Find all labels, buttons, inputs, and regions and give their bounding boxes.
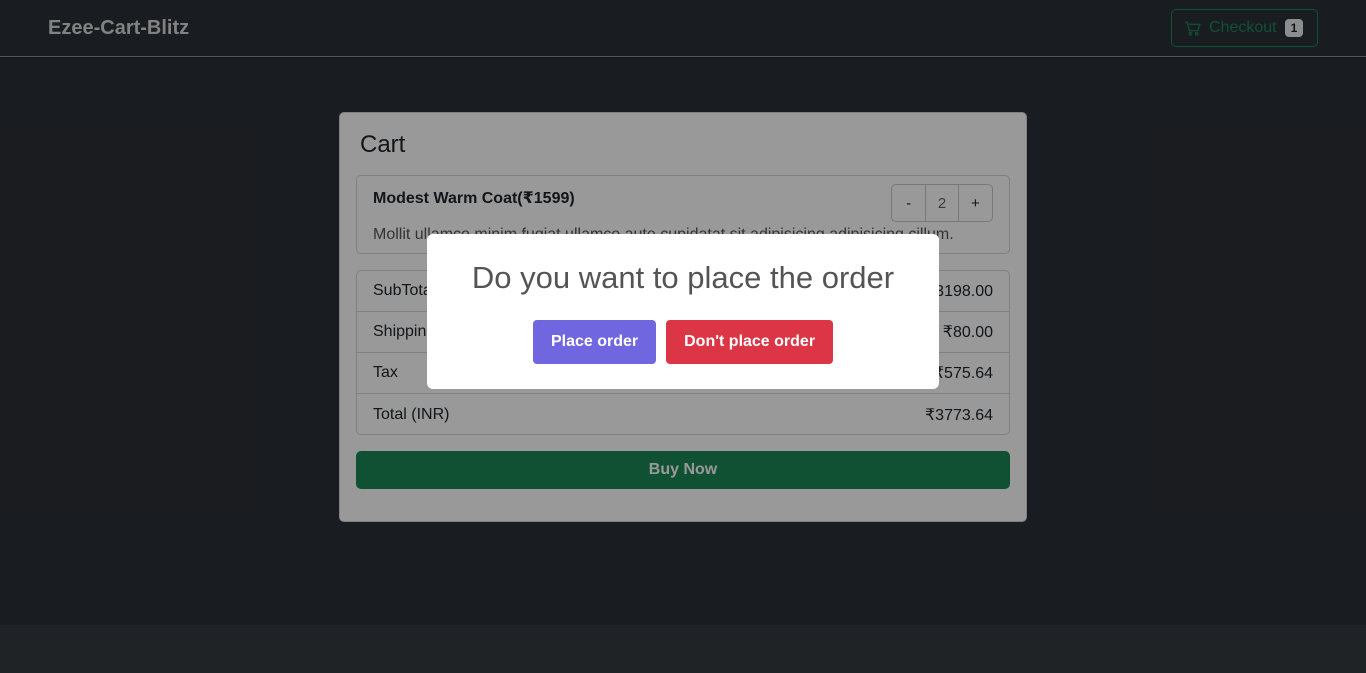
confirm-order-dialog: Do you want to place the order Place ord… — [427, 234, 939, 389]
place-order-button[interactable]: Place order — [532, 320, 657, 364]
dialog-title: Do you want to place the order — [471, 260, 895, 295]
dont-place-order-button[interactable]: Don't place order — [666, 320, 834, 364]
dialog-actions: Place order Don't place order — [427, 320, 939, 364]
